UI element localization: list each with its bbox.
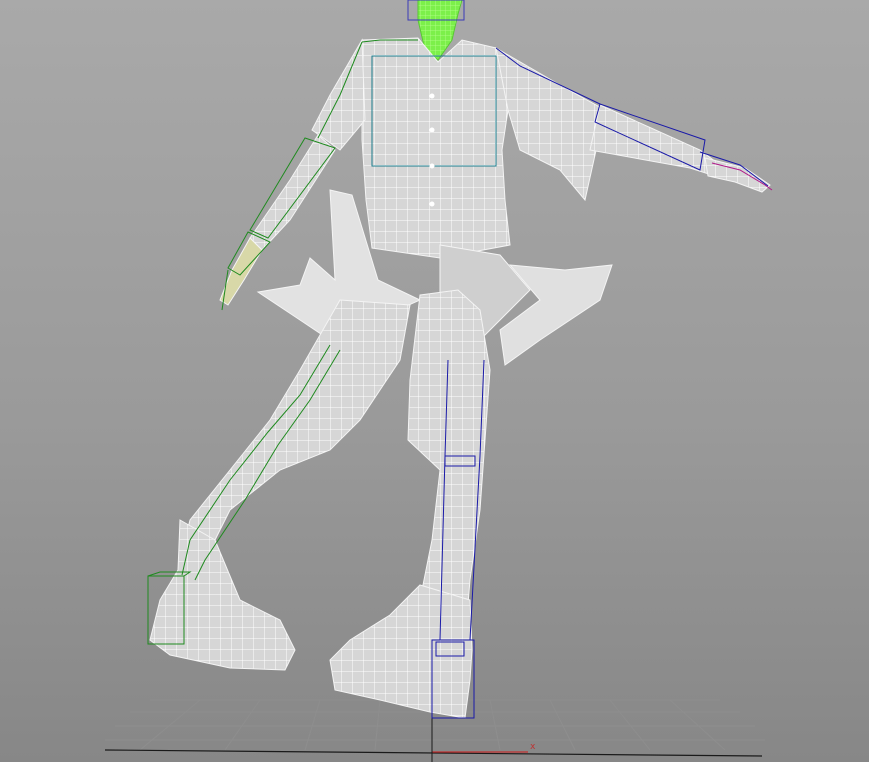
boot-right-mesh	[329, 584, 473, 719]
boot-left-mesh	[149, 519, 296, 671]
hand-left-mesh	[219, 237, 263, 306]
x-axis-label: x	[530, 742, 536, 752]
character-mesh[interactable]	[149, 0, 771, 719]
3d-viewport[interactable]: x	[0, 0, 869, 762]
forearm-left-mesh	[249, 134, 336, 251]
grid-main-line	[104, 749, 763, 757]
scene	[104, 0, 773, 762]
hand-right-mesh	[704, 157, 771, 193]
sleeve-right-mesh	[495, 47, 606, 202]
